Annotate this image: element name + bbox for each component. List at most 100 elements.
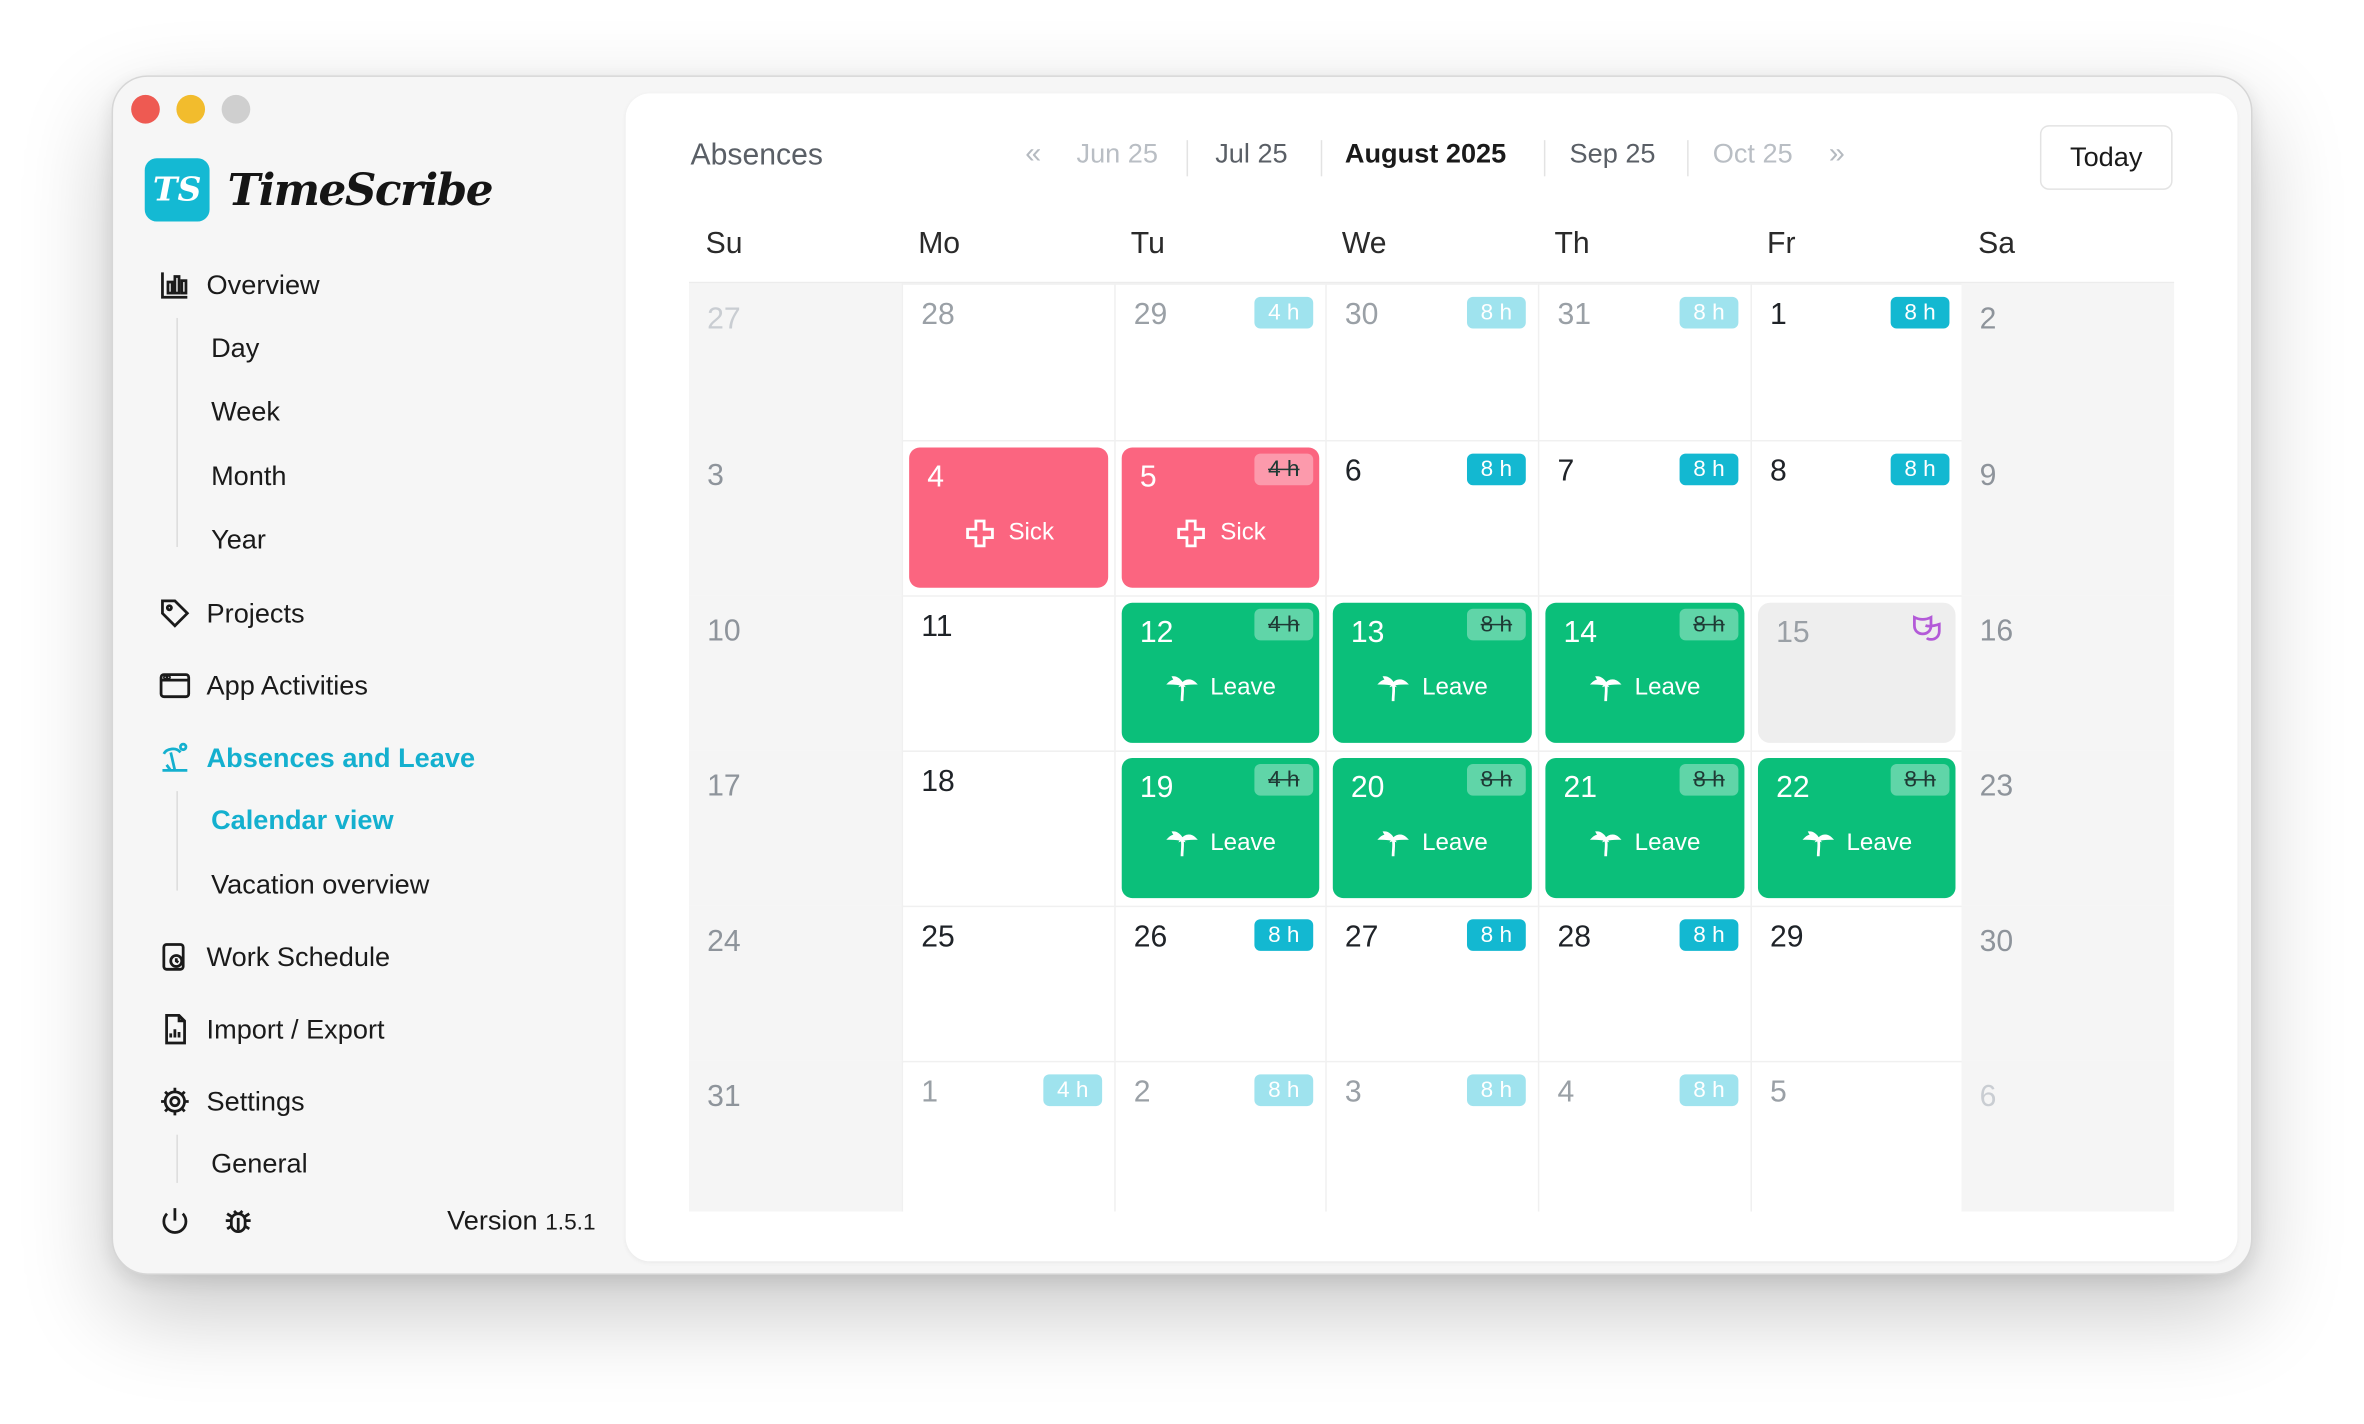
- leave-absence[interactable]: Leave 22 8 h: [1757, 757, 1956, 899]
- sidebar-subitem-week[interactable]: Week: [211, 396, 280, 428]
- leave-absence[interactable]: Leave 13 8 h: [1332, 602, 1532, 743]
- calendar-day[interactable]: 28 8 h: [1537, 905, 1751, 1061]
- hours-badge: 8 h: [1466, 608, 1526, 641]
- calendar-day[interactable]: 29 4 h: [1114, 283, 1326, 441]
- sidebar-subitem-year[interactable]: Year: [211, 524, 266, 556]
- sidebar-item-app-activities[interactable]: App Activities: [158, 669, 368, 702]
- calendar-day[interactable]: Sick 5 4 h: [1114, 440, 1326, 596]
- calendar-day[interactable]: 5: [1750, 1060, 1962, 1212]
- calendar-day[interactable]: 2: [1961, 283, 2175, 441]
- absence-type: Leave: [1634, 675, 1701, 701]
- day-number: 25: [921, 920, 955, 954]
- leave-absence[interactable]: Leave 21 8 h: [1545, 757, 1745, 899]
- calendar-day[interactable]: 6: [1961, 1060, 2175, 1212]
- calendar-day[interactable]: 24: [689, 905, 902, 1061]
- sidebar-subitem-vacation-overview[interactable]: Vacation overview: [211, 869, 429, 901]
- version-number: 1.5.1: [545, 1210, 596, 1236]
- hours-badge: 8 h: [1466, 1074, 1526, 1107]
- day-number: 2: [1133, 1075, 1151, 1110]
- close-button[interactable]: [131, 94, 160, 124]
- calendar-day[interactable]: 1 8 h: [1750, 283, 1962, 441]
- calendar-day[interactable]: Leave 14 8 h: [1537, 595, 1751, 751]
- calendar-day[interactable]: 16: [1961, 595, 2175, 751]
- sidebar-item-work-schedule[interactable]: Work Schedule: [158, 940, 390, 973]
- calendar-day[interactable]: 26 8 h: [1114, 905, 1326, 1061]
- calendar-day[interactable]: 11: [901, 595, 1115, 751]
- absence-label: Leave: [1122, 672, 1320, 705]
- calendar-day[interactable]: Sick 4: [901, 440, 1115, 596]
- calendar-day[interactable]: 15: [1750, 595, 1962, 751]
- hours-badge: 4 h: [1254, 453, 1314, 486]
- sidebar-item-overview[interactable]: Overview: [158, 268, 320, 301]
- day-number: 20: [1350, 771, 1385, 805]
- sidebar-item-label: Absences and Leave: [206, 742, 476, 773]
- app-logo: TS: [144, 158, 210, 222]
- calendar-day[interactable]: 27: [689, 283, 902, 441]
- calendar-day[interactable]: 31 8 h: [1537, 283, 1751, 441]
- leave-absence[interactable]: Leave 19 4 h: [1121, 757, 1320, 899]
- absence-type: Leave: [1634, 830, 1701, 856]
- calendar-day[interactable]: 9: [1961, 440, 2175, 596]
- leave-absence[interactable]: Leave 20 8 h: [1332, 757, 1532, 899]
- leave-absence[interactable]: Leave 14 8 h: [1545, 602, 1745, 743]
- medical-cross-icon: [965, 519, 994, 548]
- calendar-day[interactable]: Leave 22 8 h: [1750, 750, 1962, 906]
- calendar-day[interactable]: Leave 21 8 h: [1537, 750, 1751, 906]
- day-number: 31: [707, 1080, 741, 1114]
- calendar-day[interactable]: 3 8 h: [1325, 1060, 1538, 1212]
- day-number: 28: [921, 298, 955, 332]
- calendar-day[interactable]: 25: [901, 905, 1115, 1061]
- calendar-day[interactable]: 17: [689, 750, 902, 906]
- day-number: 19: [1139, 771, 1174, 805]
- calendar-day[interactable]: 31: [689, 1060, 902, 1212]
- calendar-day[interactable]: Leave 12 4 h: [1114, 595, 1326, 751]
- absence-type: Sick: [1220, 519, 1266, 546]
- sidebar-item-projects[interactable]: Projects: [158, 597, 305, 630]
- day-number: 4: [1557, 1075, 1575, 1110]
- sidebar-subitem-calendar-view[interactable]: Calendar view: [211, 805, 394, 837]
- app-window: TS TimeScribe Overview Day Week Month Ye…: [111, 75, 2253, 1275]
- hours-badge: 8 h: [1254, 919, 1314, 951]
- calendar-day[interactable]: 7 8 h: [1537, 440, 1751, 596]
- sidebar-subitem-general[interactable]: General: [211, 1148, 308, 1180]
- submenu-line: [176, 1134, 178, 1183]
- day-number: 5: [1770, 1075, 1787, 1110]
- absence-type: Leave: [1210, 675, 1276, 701]
- zoom-button[interactable]: [221, 94, 251, 124]
- calendar-day[interactable]: Leave 19 4 h: [1114, 750, 1326, 906]
- calendar-day[interactable]: 30 8 h: [1325, 283, 1538, 441]
- sick-absence[interactable]: Sick 4: [909, 447, 1109, 588]
- calendar-day[interactable]: Leave 13 8 h: [1325, 595, 1538, 751]
- sidebar-item-settings[interactable]: Settings: [158, 1085, 305, 1118]
- sidebar-subitem-day[interactable]: Day: [211, 333, 259, 365]
- hours-badge: 4 h: [1043, 1074, 1103, 1107]
- hours-badge: 8 h: [1890, 763, 1950, 796]
- calendar-day[interactable]: 28: [901, 283, 1115, 441]
- calendar-day[interactable]: 10: [689, 595, 902, 751]
- bug-icon[interactable]: [222, 1204, 255, 1237]
- calendar-day[interactable]: 30: [1961, 905, 2175, 1061]
- sidebar-subitem-month[interactable]: Month: [211, 461, 286, 493]
- day-number: 6: [1979, 1080, 1997, 1114]
- calendar-day[interactable]: 8 8 h: [1750, 440, 1962, 596]
- calendar-day[interactable]: 27 8 h: [1325, 905, 1538, 1061]
- window-icon: [159, 673, 191, 699]
- calendar-day[interactable]: 29: [1750, 905, 1962, 1061]
- sick-absence[interactable]: Sick 5 4 h: [1121, 447, 1320, 588]
- leave-absence[interactable]: Leave 12 4 h: [1121, 602, 1320, 743]
- sidebar-item-absences[interactable]: Absences and Leave: [158, 741, 475, 774]
- calendar-day[interactable]: 4 8 h: [1537, 1060, 1751, 1212]
- power-icon[interactable]: [158, 1204, 191, 1237]
- calendar-day[interactable]: 3: [689, 440, 902, 596]
- calendar-day[interactable]: 6 8 h: [1325, 440, 1538, 596]
- sidebar-item-import-export[interactable]: Import / Export: [158, 1013, 385, 1046]
- day-number: 12: [1139, 616, 1174, 650]
- calendar-day[interactable]: 18: [901, 750, 1115, 906]
- holiday-cell[interactable]: 15: [1757, 602, 1956, 743]
- calendar-day[interactable]: 2 8 h: [1114, 1060, 1326, 1212]
- calendar-day[interactable]: 1 4 h: [901, 1060, 1115, 1212]
- minimize-button[interactable]: [176, 94, 206, 124]
- calendar-day[interactable]: Leave 20 8 h: [1325, 750, 1538, 906]
- calendar-day[interactable]: 23: [1961, 750, 2175, 906]
- absence-type: Sick: [1008, 519, 1055, 546]
